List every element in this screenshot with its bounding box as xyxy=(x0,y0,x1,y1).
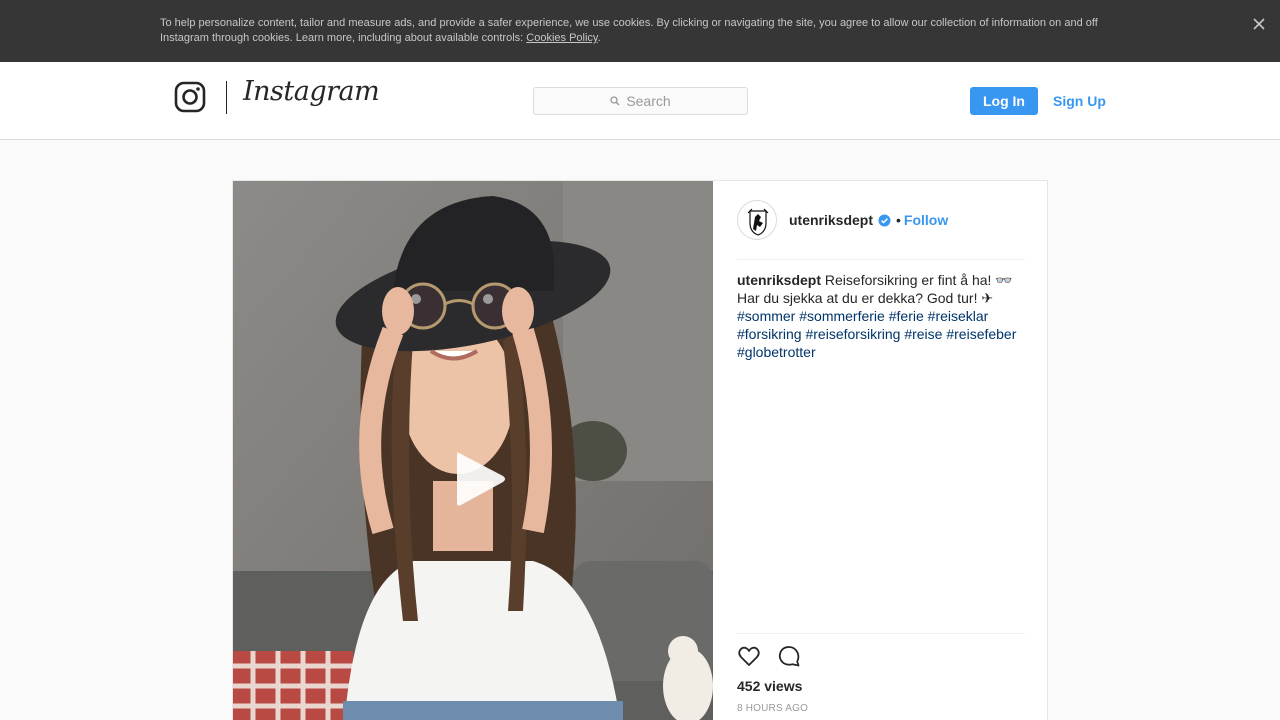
instagram-glyph-icon[interactable] xyxy=(174,81,206,113)
hashtag-link[interactable]: #sommer xyxy=(737,308,795,324)
login-button[interactable]: Log In xyxy=(970,87,1038,115)
logo-divider xyxy=(226,81,227,114)
heart-icon[interactable] xyxy=(737,644,761,668)
post-video[interactable] xyxy=(233,181,713,720)
cookie-banner-text: To help personalize content, tailor and … xyxy=(160,16,1120,46)
close-icon[interactable] xyxy=(1250,15,1268,33)
post-actions xyxy=(737,644,801,670)
hashtag-link[interactable]: #globetrotter xyxy=(737,344,816,360)
follow-button[interactable]: Follow xyxy=(904,212,948,228)
comment-icon[interactable] xyxy=(777,644,801,668)
search-placeholder: Search xyxy=(626,93,671,109)
caption-username[interactable]: utenriksdept xyxy=(737,272,821,288)
play-icon[interactable] xyxy=(445,447,509,511)
instagram-wordmark[interactable]: Instagram xyxy=(243,76,380,107)
cookie-banner: To help personalize content, tailor and … xyxy=(0,0,1280,62)
cookies-policy-link[interactable]: Cookies Policy xyxy=(526,32,597,44)
view-count: 452 views xyxy=(737,678,803,694)
post-caption: utenriksdept Reiseforsikring er fint å h… xyxy=(737,271,1025,361)
hashtag-link[interactable]: #reisefeber xyxy=(946,326,1016,342)
divider xyxy=(737,259,1025,260)
search-input[interactable]: Search xyxy=(533,87,748,115)
separator-dot: • xyxy=(896,212,901,228)
post-sidebar: utenriksdept • Follow utenriksdept Reise… xyxy=(737,181,1025,720)
hashtag-link[interactable]: #ferie xyxy=(889,308,924,324)
verified-badge-icon xyxy=(878,214,891,226)
search-icon xyxy=(610,96,620,106)
post-timestamp[interactable]: 8 HOURS AGO xyxy=(737,703,808,714)
hashtag-link[interactable]: #sommerferie xyxy=(799,308,885,324)
coat-of-arms-icon xyxy=(747,208,769,236)
cookie-message: To help personalize content, tailor and … xyxy=(160,17,1098,44)
top-nav: Instagram Search Log In Sign Up xyxy=(0,62,1280,140)
post-header: utenriksdept • Follow xyxy=(737,200,1025,240)
post-card: utenriksdept • Follow utenriksdept Reise… xyxy=(232,180,1048,720)
hashtag-link[interactable]: #reiseforsikring xyxy=(805,326,900,342)
divider xyxy=(737,633,1025,634)
cookie-suffix: . xyxy=(597,32,601,44)
hashtag-link[interactable]: #reiseklar xyxy=(928,308,989,324)
hashtag-link[interactable]: #reise xyxy=(904,326,942,342)
avatar[interactable] xyxy=(737,200,777,240)
hashtag-link[interactable]: #forsikring xyxy=(737,326,802,342)
author-username[interactable]: utenriksdept xyxy=(789,212,873,228)
signup-link[interactable]: Sign Up xyxy=(1053,93,1106,109)
